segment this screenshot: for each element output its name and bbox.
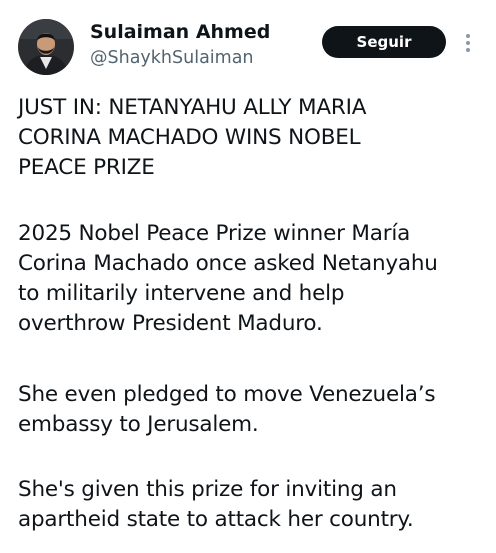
author-handle[interactable]: @ShaykhSulaiman (90, 47, 254, 69)
tweet-paragraph: She even pledged to move Venezuela’s emb… (18, 382, 436, 437)
tweet-header: Sulaiman Ahmed @ShaykhSulaiman Seguir (0, 0, 496, 80)
avatar[interactable] (18, 19, 74, 75)
tweet-headline: JUST IN: NETANYAHU ALLY MARIA CORINA MAC… (18, 95, 367, 180)
follow-button[interactable]: Seguir (322, 26, 446, 58)
tweet-card: Sulaiman Ahmed @ShaykhSulaiman Seguir JU… (0, 0, 496, 553)
tweet-paragraph: She's given this prize for inviting an a… (18, 477, 414, 532)
tweet-paragraph: 2025 Nobel Peace Prize winner María Cori… (18, 221, 438, 336)
more-vertical-icon[interactable] (458, 30, 478, 56)
user-photo-avatar-icon (18, 19, 74, 75)
author-name[interactable]: Sulaiman Ahmed (90, 20, 270, 44)
